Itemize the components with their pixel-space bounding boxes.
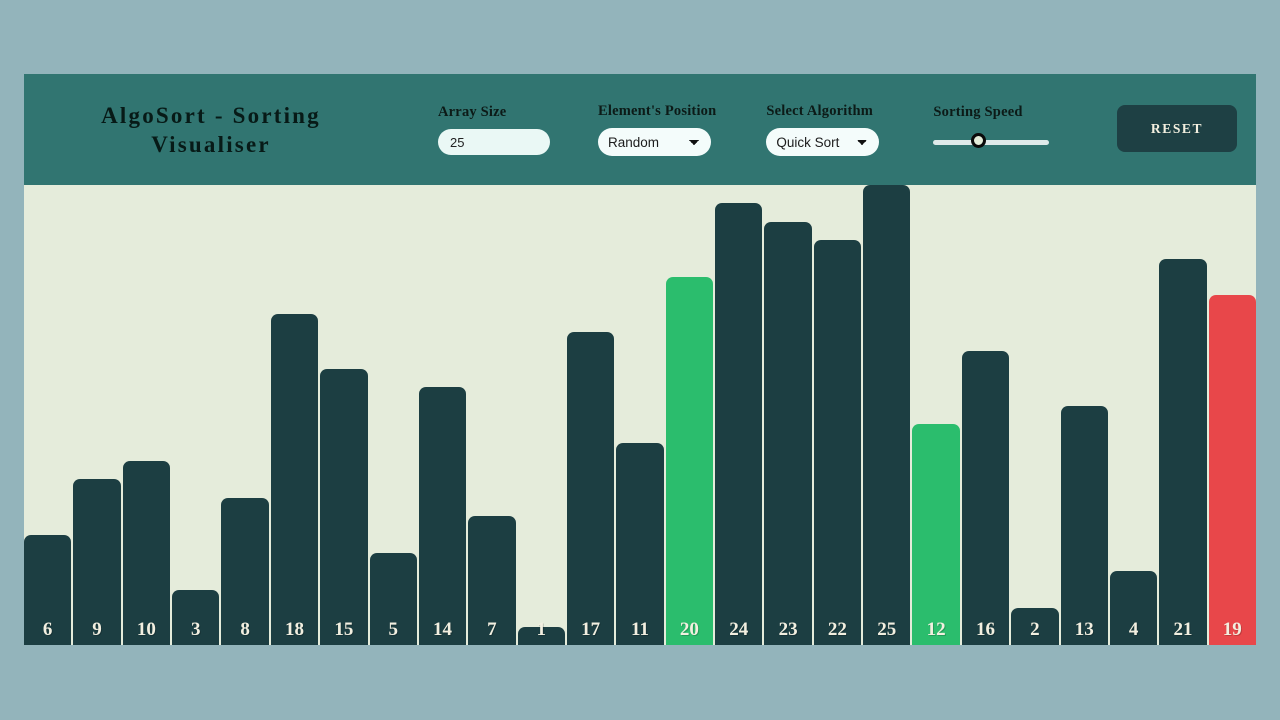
bar-value-label: 19 xyxy=(1222,619,1242,640)
sorting-speed-label: Sorting Speed xyxy=(933,104,1023,120)
bar: 15 xyxy=(320,369,368,645)
bar-value-label: 11 xyxy=(631,619,649,640)
bar-value-label: 13 xyxy=(1074,619,1094,640)
bar-value-label: 7 xyxy=(487,619,497,640)
bar: 12 xyxy=(912,424,960,645)
sorting-speed-control: Sorting Speed xyxy=(933,104,1050,155)
bar-value-label: 22 xyxy=(827,619,847,640)
bar-value-label: 14 xyxy=(433,619,453,640)
bar-value-label: 17 xyxy=(581,619,601,640)
bar: 20 xyxy=(665,277,714,645)
bar-value-label: 20 xyxy=(679,619,699,640)
bar-value-label: 10 xyxy=(136,619,156,640)
bar-value-label: 23 xyxy=(778,619,798,640)
bar: 18 xyxy=(270,313,319,645)
array-size-input[interactable] xyxy=(438,129,550,155)
element-position-select[interactable]: RandomSortedReverse SortedNearly Sorted xyxy=(598,128,711,156)
bar-value-label: 24 xyxy=(729,619,749,640)
bar: 8 xyxy=(221,497,269,645)
slider-thumb[interactable] xyxy=(970,133,986,148)
bar: 22 xyxy=(813,240,862,645)
slider-track xyxy=(933,140,1050,145)
element-position-control: Element's Position RandomSortedReverse S… xyxy=(598,103,716,156)
bar-value-label: 5 xyxy=(388,619,398,640)
bar: 14 xyxy=(418,387,467,645)
bar: 7 xyxy=(468,516,516,645)
bar-value-label: 18 xyxy=(284,619,304,640)
bar-value-label: 21 xyxy=(1173,619,1193,640)
bar-value-label: 8 xyxy=(240,619,250,640)
sorting-visualiser-app: AlgoSort - Sorting Visualiser Array Size… xyxy=(24,74,1256,645)
page-title: AlgoSort - Sorting Visualiser xyxy=(101,102,321,157)
bar-value-label: 16 xyxy=(976,619,995,640)
bar: 16 xyxy=(961,350,1010,645)
bar: 17 xyxy=(566,332,615,645)
bar: 11 xyxy=(616,442,664,645)
bar: 10 xyxy=(122,461,171,645)
bar: 21 xyxy=(1159,258,1207,645)
bar-value-label: 12 xyxy=(926,619,946,640)
reset-button[interactable]: RESET xyxy=(1117,105,1237,152)
bar-value-label: 4 xyxy=(1128,619,1139,640)
array-size-label: Array Size xyxy=(438,104,507,120)
bar-value-label: 2 xyxy=(1030,619,1040,640)
bar: 9 xyxy=(73,479,121,645)
bar: 2 xyxy=(1011,608,1059,645)
bar-value-label: 3 xyxy=(191,619,201,640)
element-position-label: Element's Position xyxy=(598,103,717,119)
bar: 6 xyxy=(24,534,72,645)
sorting-speed-slider[interactable] xyxy=(933,129,1050,155)
bar: 23 xyxy=(764,221,812,645)
bar: 4 xyxy=(1109,571,1158,645)
bar: 19 xyxy=(1208,295,1256,645)
bar-value-label: 6 xyxy=(42,619,53,640)
bar-value-label: 15 xyxy=(334,619,354,640)
bar: 13 xyxy=(1060,405,1108,645)
bar-value-label: 25 xyxy=(877,619,897,640)
bar: 24 xyxy=(715,203,763,645)
bar-value-label: 9 xyxy=(92,619,102,640)
algorithm-select[interactable]: Bubble SortSelection SortInsertion SortM… xyxy=(766,128,880,156)
bar: 1 xyxy=(517,619,565,645)
control-header: AlgoSort - Sorting Visualiser Array Size… xyxy=(24,74,1256,185)
array-size-control: Array Size xyxy=(438,104,550,155)
algorithm-label: Select Algorithm xyxy=(766,103,874,119)
bar: 25 xyxy=(863,185,911,645)
bar-value-label: 1 xyxy=(536,619,547,640)
bar: 3 xyxy=(172,589,220,645)
bar-chart: 6 9 10 3 8 18 15 5 14 7 1 17 11 20 24 23 22 25 12 16 2 13 4 21 1… xyxy=(24,185,1256,645)
algorithm-control: Select Algorithm Bubble SortSelection So… xyxy=(766,103,880,156)
bar: 5 xyxy=(369,553,417,645)
